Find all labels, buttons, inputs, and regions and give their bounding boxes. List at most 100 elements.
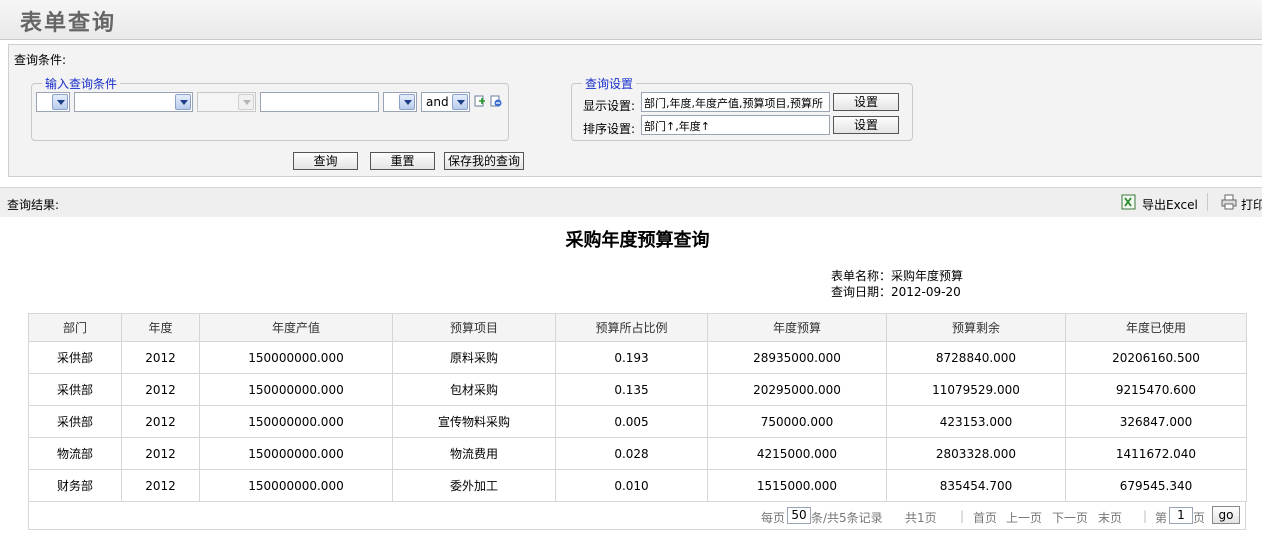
table-cell: 宣传物料采购 xyxy=(392,405,556,438)
total-pages: 共1页 xyxy=(905,511,937,525)
chevron-down-icon xyxy=(399,94,415,110)
table-cell: 2012 xyxy=(121,469,200,502)
table-cell: 2012 xyxy=(121,341,200,374)
table-cell: 150000000.000 xyxy=(199,341,393,374)
query-panel: 查询条件: 输入查询条件 and 查询设置 显示设置: 部门,年度,年度产值,预… xyxy=(8,44,1262,177)
form-name-value: 采购年度预算 xyxy=(891,269,964,283)
chevron-down-icon xyxy=(52,94,68,110)
result-header: 查询结果: 导出Excel 打印 xyxy=(0,187,1262,217)
next-page-link[interactable]: 下一页 xyxy=(1052,509,1088,526)
field-select[interactable] xyxy=(74,92,193,112)
print-label: 打印 xyxy=(1241,198,1262,212)
goto-page-input[interactable]: 1 xyxy=(1169,507,1193,524)
query-conditions-label: 查询条件: xyxy=(14,53,67,67)
add-condition-icon[interactable] xyxy=(474,95,486,107)
remove-condition-icon[interactable] xyxy=(490,95,502,107)
table-cell: 1411672.040 xyxy=(1065,437,1247,470)
table-row[interactable]: 采供部 2012 150000000.000 原料采购 0.193 289350… xyxy=(28,341,1247,374)
prev-page-link[interactable]: 上一页 xyxy=(1006,509,1042,526)
pager-divider: | xyxy=(1143,509,1148,523)
close-paren-select[interactable] xyxy=(383,92,417,112)
query-date-meta: 查询日期：2012-09-20 xyxy=(831,283,961,300)
export-excel-label: 导出Excel xyxy=(1142,198,1198,212)
goto-suffix: 页 xyxy=(1193,511,1206,525)
table-cell: 0.028 xyxy=(555,437,708,470)
table-cell: 679545.340 xyxy=(1065,469,1247,502)
table-cell: 0.135 xyxy=(555,373,708,406)
excel-icon xyxy=(1121,194,1136,210)
column-header[interactable]: 部门 xyxy=(28,313,122,342)
go-button[interactable]: go xyxy=(1212,506,1240,524)
report-title: 采购年度预算查询 xyxy=(565,230,710,251)
table-cell: 委外加工 xyxy=(392,469,556,502)
table-cell: 0.193 xyxy=(555,341,708,374)
table-cell: 2012 xyxy=(121,373,200,406)
pager-divider: | xyxy=(960,509,965,523)
page-title: 表单查询 xyxy=(20,11,117,36)
column-header[interactable]: 年度产值 xyxy=(199,313,393,342)
pager: 每页 50 条/共5条记录 共1页 | 首页 上一页 下一页 末页 | 第 1 … xyxy=(28,502,1246,530)
table-cell: 9215470.600 xyxy=(1065,373,1247,406)
value-input[interactable] xyxy=(260,92,379,112)
table-row[interactable]: 采供部 2012 150000000.000 包材采购 0.135 202950… xyxy=(28,373,1247,406)
toolbar-divider xyxy=(1207,193,1208,211)
column-header[interactable]: 预算所占比例 xyxy=(555,313,708,342)
sort-settings-input[interactable]: 部门↑,年度↑ xyxy=(641,115,830,135)
goto-prefix: 第 xyxy=(1155,511,1168,525)
form-name-label: 表单名称： xyxy=(831,269,892,283)
table-cell: 原料采购 xyxy=(392,341,556,374)
last-page-link[interactable]: 末页 xyxy=(1098,509,1122,526)
table-cell: 150000000.000 xyxy=(199,469,393,502)
reset-button[interactable]: 重置 xyxy=(370,152,435,170)
table-cell: 326847.000 xyxy=(1065,405,1247,438)
table-cell: 物流部 xyxy=(28,437,122,470)
sort-set-button[interactable]: 设置 xyxy=(833,116,899,134)
table-cell: 采供部 xyxy=(28,373,122,406)
column-header[interactable]: 年度 xyxy=(121,313,200,342)
query-settings-legend: 查询设置 xyxy=(585,77,634,91)
save-query-button[interactable]: 保存我的查询 xyxy=(444,152,524,170)
input-conditions-legend: 输入查询条件 xyxy=(45,77,118,91)
column-header[interactable]: 预算项目 xyxy=(392,313,556,342)
table-row[interactable]: 物流部 2012 150000000.000 物流费用 0.028 421500… xyxy=(28,437,1247,470)
table-cell: 采供部 xyxy=(28,341,122,374)
column-header[interactable]: 年度已使用 xyxy=(1065,313,1247,342)
query-results-label: 查询结果: xyxy=(7,198,60,212)
table-cell: 2012 xyxy=(121,405,200,438)
print-button[interactable]: 打印 xyxy=(1221,194,1262,212)
printer-icon xyxy=(1221,194,1237,210)
display-set-button[interactable]: 设置 xyxy=(833,93,899,111)
title-bar: 表单查询 xyxy=(0,0,1262,40)
paren-select[interactable] xyxy=(36,92,70,112)
sort-settings-label: 排序设置: xyxy=(583,122,636,136)
table-cell: 采供部 xyxy=(28,405,122,438)
table-cell: 750000.000 xyxy=(707,405,887,438)
table-row[interactable]: 采供部 2012 150000000.000 宣传物料采购 0.005 7500… xyxy=(28,405,1247,438)
table-cell: 8728840.000 xyxy=(886,341,1066,374)
per-page-input[interactable]: 50 xyxy=(787,507,811,524)
table-cell: 2803328.000 xyxy=(886,437,1066,470)
results-table: 部门 年度 年度产值 预算项目 预算所占比例 年度预算 预算剩余 年度已使用 采… xyxy=(28,313,1247,502)
table-cell: 835454.700 xyxy=(886,469,1066,502)
table-cell: 150000000.000 xyxy=(199,405,393,438)
logic-select[interactable]: and xyxy=(421,92,470,112)
query-button[interactable]: 查询 xyxy=(293,152,358,170)
per-page-prefix: 每页 xyxy=(761,511,786,525)
chevron-down-icon xyxy=(238,94,254,110)
table-cell: 20295000.000 xyxy=(707,373,887,406)
operator-select[interactable] xyxy=(197,92,256,112)
chevron-down-icon xyxy=(175,94,191,110)
first-page-link[interactable]: 首页 xyxy=(973,509,997,526)
table-cell: 423153.000 xyxy=(886,405,1066,438)
column-header[interactable]: 年度预算 xyxy=(707,313,887,342)
display-settings-label: 显示设置: xyxy=(583,99,636,113)
table-cell: 财务部 xyxy=(28,469,122,502)
table-cell: 20206160.500 xyxy=(1065,341,1247,374)
table-cell: 0.005 xyxy=(555,405,708,438)
table-header-row: 部门 年度 年度产值 预算项目 预算所占比例 年度预算 预算剩余 年度已使用 xyxy=(28,313,1247,342)
display-settings-input[interactable]: 部门,年度,年度产值,预算项目,预算所 xyxy=(641,92,830,112)
column-header[interactable]: 预算剩余 xyxy=(886,313,1066,342)
table-cell: 2012 xyxy=(121,437,200,470)
table-row[interactable]: 财务部 2012 150000000.000 委外加工 0.010 151500… xyxy=(28,469,1247,502)
chevron-down-icon xyxy=(452,94,468,110)
